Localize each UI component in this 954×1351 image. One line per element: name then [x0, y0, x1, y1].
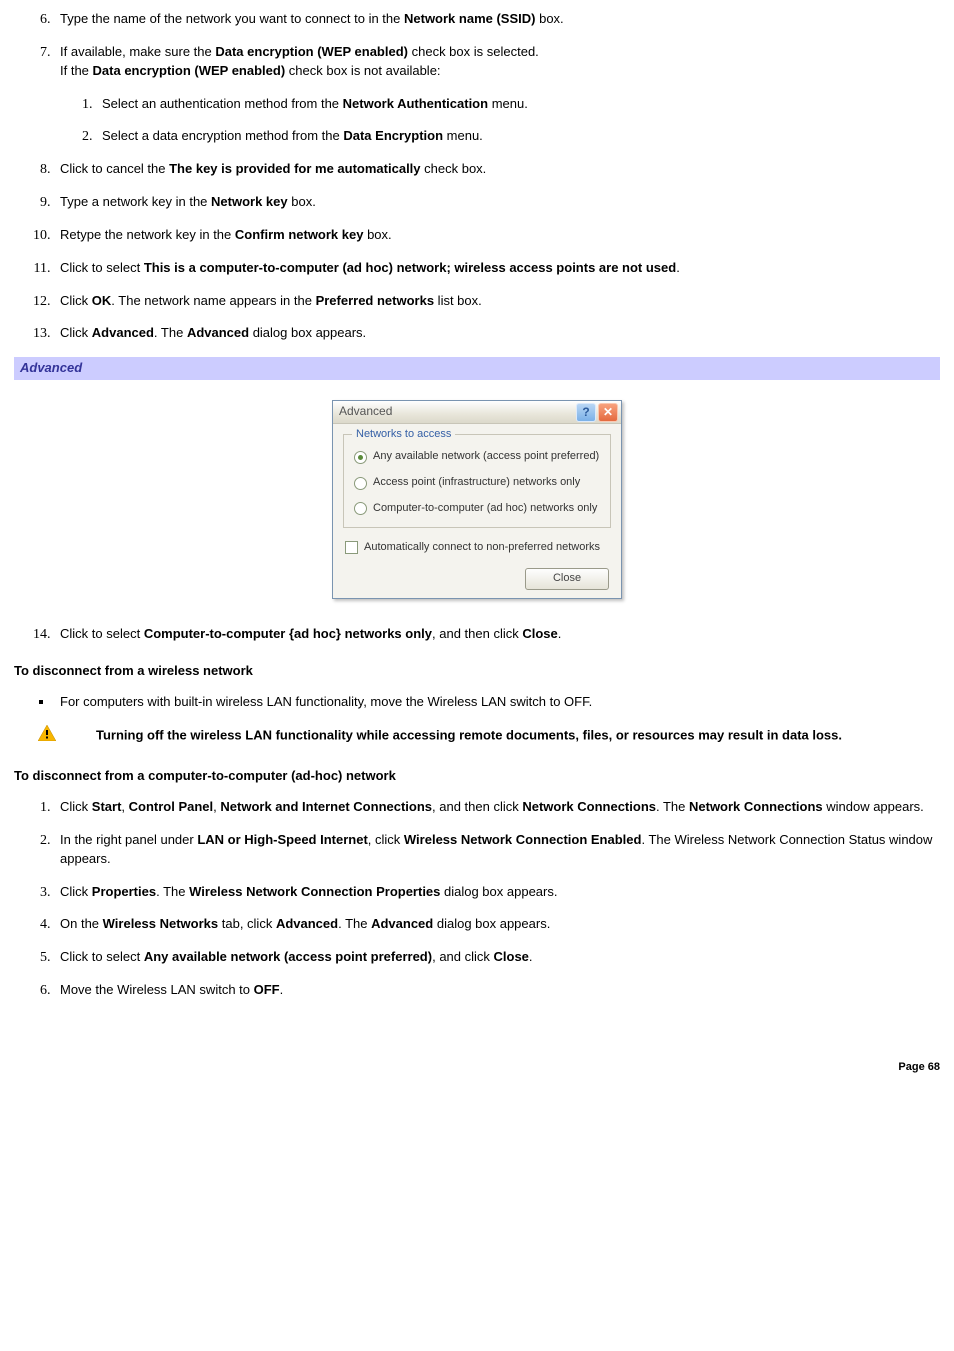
steps-list-a-cont: Click to select Computer-to-computer {ad…: [14, 625, 940, 644]
radio-icon: [354, 451, 367, 464]
step-10: Retype the network key in the Confirm ne…: [54, 226, 940, 245]
dialog-titlebar: Advanced ? ✕: [333, 401, 621, 424]
groupbox-networks-to-access: Networks to access Any available network…: [343, 434, 611, 528]
steps-list-b: Click Start, Control Panel, Network and …: [14, 798, 940, 1000]
close-button[interactable]: Close: [525, 568, 609, 590]
radio-label: Computer-to-computer (ad hoc) networks o…: [373, 501, 597, 517]
close-icon[interactable]: ✕: [598, 403, 618, 422]
step-b6: Move the Wireless LAN switch to OFF.: [54, 981, 940, 1000]
checkbox-icon: [345, 541, 358, 554]
step-6: Type the name of the network you want to…: [54, 10, 940, 29]
radio-label: Any available network (access point pref…: [373, 449, 599, 465]
bullet-list: For computers with built-in wireless LAN…: [14, 693, 940, 712]
heading-disconnect-wireless: To disconnect from a wireless network: [14, 662, 940, 681]
step-b2: In the right panel under LAN or High-Spe…: [54, 831, 940, 869]
help-icon[interactable]: ?: [576, 403, 596, 422]
step-9: Type a network key in the Network key bo…: [54, 193, 940, 212]
dialog-body: Networks to access Any available network…: [333, 424, 621, 598]
step-b3: Click Properties. The Wireless Network C…: [54, 883, 940, 902]
step-12: Click OK. The network name appears in th…: [54, 292, 940, 311]
step-7: If available, make sure the Data encrypt…: [54, 43, 940, 146]
warning-text: Turning off the wireless LAN functionali…: [96, 728, 842, 743]
bullet-switch-off: For computers with built-in wireless LAN…: [54, 693, 940, 712]
radio-access-point-only[interactable]: Access point (infrastructure) networks o…: [354, 475, 602, 491]
step-11: Click to select This is a computer-to-co…: [54, 259, 940, 278]
step-7-sublist: Select an authentication method from the…: [60, 95, 940, 147]
radio-adhoc-only[interactable]: Computer-to-computer (ad hoc) networks o…: [354, 501, 602, 517]
dialog-advanced: Advanced ? ✕ Networks to access Any avai…: [332, 400, 622, 599]
step-7-1: Select an authentication method from the…: [96, 95, 940, 114]
steps-list-a: Type the name of the network you want to…: [14, 10, 940, 343]
dialog-title: Advanced: [339, 403, 392, 420]
step-b4: On the Wireless Networks tab, click Adva…: [54, 915, 940, 934]
group-legend: Networks to access: [352, 427, 455, 443]
step-13: Click Advanced. The Advanced dialog box …: [54, 324, 940, 343]
checkbox-label: Automatically connect to non-preferred n…: [364, 540, 600, 556]
warning-icon: [38, 725, 56, 747]
radio-any-available[interactable]: Any available network (access point pref…: [354, 449, 602, 465]
step-8: Click to cancel the The key is provided …: [54, 160, 940, 179]
step-b1: Click Start, Control Panel, Network and …: [54, 798, 940, 817]
heading-disconnect-adhoc: To disconnect from a computer-to-compute…: [14, 767, 940, 786]
radio-label: Access point (infrastructure) networks o…: [373, 475, 580, 491]
step-b5: Click to select Any available network (a…: [54, 948, 940, 967]
step-7-2: Select a data encryption method from the…: [96, 127, 940, 146]
page-number: Page 68: [14, 1060, 940, 1076]
section-bar-advanced: Advanced: [14, 357, 940, 380]
radio-icon: [354, 477, 367, 490]
dialog-advanced-figure: Advanced ? ✕ Networks to access Any avai…: [14, 400, 940, 599]
radio-icon: [354, 502, 367, 515]
checkbox-auto-connect[interactable]: Automatically connect to non-preferred n…: [345, 540, 611, 556]
step-14: Click to select Computer-to-computer {ad…: [54, 625, 940, 644]
warning-block: Turning off the wireless LAN functionali…: [14, 725, 940, 747]
